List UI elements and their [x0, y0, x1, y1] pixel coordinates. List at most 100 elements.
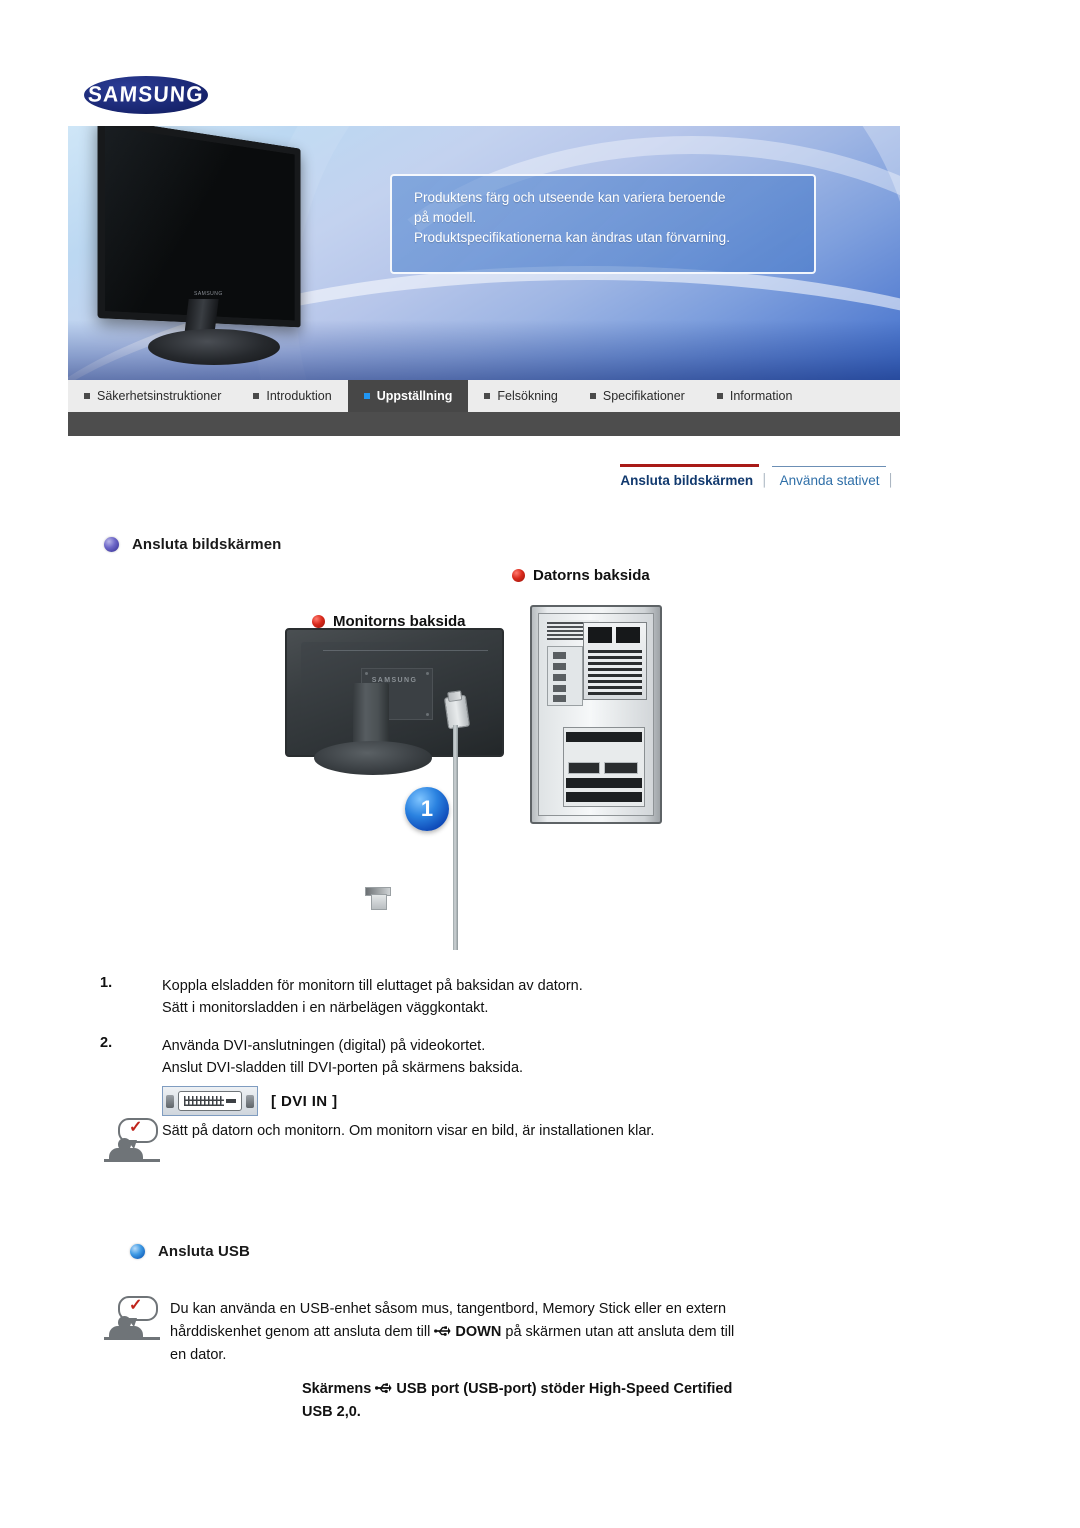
tab-label: Specifikationer	[602, 389, 685, 403]
usb-spec-part-b: USB port (USB-port) stöder High-Speed Ce…	[396, 1381, 733, 1397]
step-badge-1: 1	[405, 787, 449, 831]
tab-felsokning[interactable]: Felsökning	[468, 380, 573, 412]
io-port-icon	[553, 663, 566, 670]
checkmark-icon: ✓	[129, 1297, 143, 1314]
step-number: 1.	[100, 975, 113, 991]
pc-tower-illustration	[530, 605, 662, 824]
checkmark-icon: ✓	[129, 1119, 143, 1136]
tab-label: Introduktion	[266, 389, 332, 403]
screw-icon	[426, 713, 429, 716]
section-heading-connect-display: Ansluta bildskärmen	[104, 536, 281, 553]
dvi-screw-right-icon	[246, 1094, 254, 1108]
pc-io-panel	[547, 646, 583, 706]
dvi-in-row: [ DVI IN ]	[162, 1086, 338, 1116]
pc-power-supply	[583, 622, 647, 700]
square-bullet-icon	[484, 393, 491, 399]
subnav-label: Ansluta bildskärmen	[620, 473, 754, 488]
desk-line-icon	[104, 1159, 160, 1162]
diagram-label-pc-back: Datorns baksida	[512, 567, 650, 584]
section-heading-connect-usb: Ansluta USB	[130, 1243, 250, 1260]
red-dot-icon	[312, 615, 325, 628]
tab-label: Uppställning	[376, 389, 453, 403]
usb-trident-icon	[434, 1326, 451, 1336]
usb-note-line-2-a: hårddiskenhet genom att ansluta dem till	[170, 1324, 431, 1340]
logo-text: SAMSUNG	[87, 82, 205, 107]
screw-icon	[365, 672, 368, 675]
monitor-rear-seam	[323, 650, 488, 651]
io-port-icon	[553, 674, 566, 681]
logo-ellipse: SAMSUNG	[84, 76, 208, 114]
monitor-screen-front	[97, 126, 301, 328]
step-line: Anslut DVI-sladden till DVI-porten på sk…	[162, 1060, 524, 1076]
tab-introduktion[interactable]: Introduktion	[237, 380, 347, 412]
tab-information[interactable]: Information	[701, 380, 809, 412]
desk-line-icon	[104, 1337, 160, 1340]
bullet-sphere-icon	[130, 1244, 145, 1259]
screw-icon	[426, 672, 429, 675]
subnav-label: Använda stativet	[779, 473, 880, 488]
red-dot-icon	[512, 569, 525, 582]
usb-spec-part-a: Skärmens	[302, 1381, 372, 1397]
psu-fan-icon	[588, 627, 612, 643]
square-bullet-icon	[253, 393, 260, 399]
dvi-pins	[184, 1096, 224, 1106]
diagram-label-text: Datorns baksida	[533, 567, 650, 584]
pc-expansion-slots	[563, 727, 645, 807]
psu-grill	[588, 647, 642, 695]
monitor-stand-base	[148, 329, 280, 365]
subnav-separator: │	[761, 473, 769, 487]
note-person-icon-usb: ✓	[104, 1296, 160, 1344]
step-text: Koppla elsladden för monitorn till elutt…	[162, 975, 583, 1019]
tab-sakerhetsinstruktioner[interactable]: Säkerhetsinstruktioner	[68, 380, 237, 412]
usb-note-down-label: DOWN	[455, 1324, 502, 1340]
note-text-display: Sätt på datorn och monitorn. Om monitorn…	[162, 1123, 655, 1139]
dvi-in-label: [ DVI IN ]	[271, 1092, 338, 1110]
monitor-rear-stand-base	[314, 741, 432, 775]
subnav-item-anvanda-stativet[interactable]: Använda stativet	[771, 466, 886, 490]
tab-label: Information	[729, 389, 793, 403]
pc-rear-panel	[538, 613, 654, 816]
notice-line-1: Produktens färg och utseende kan variera…	[414, 190, 726, 205]
expansion-slot	[566, 778, 642, 788]
tab-specifikationer[interactable]: Specifikationer	[574, 380, 701, 412]
dark-gray-divider-bar	[68, 412, 900, 436]
dvi-cable	[453, 725, 458, 950]
step-line: Använda DVI-anslutningen (digital) på vi…	[162, 1038, 486, 1054]
usb-note-line-2: hårddiskenhet genom att ansluta dem till…	[170, 1321, 870, 1344]
tab-uppstallning[interactable]: Uppställning	[347, 380, 469, 412]
step-line: Sätt i monitorsladden i en närbelägen vä…	[162, 1000, 489, 1016]
step-text: Använda DVI-anslutningen (digital) på vi…	[162, 1035, 523, 1079]
square-bullet-icon	[716, 393, 723, 399]
io-port-icon	[553, 695, 566, 702]
subnav-separator: │	[887, 473, 896, 487]
usb-spec-text: Skärmens USB port (USB-port) stöder High…	[302, 1378, 922, 1424]
psu-fan-icon	[616, 627, 640, 643]
dvi-port-icon	[162, 1086, 258, 1116]
usb-note-line-2-c: på skärmen utan att ansluta dem till	[505, 1324, 735, 1340]
square-bullet-icon	[363, 393, 370, 399]
usb-trident-icon	[375, 1383, 392, 1393]
hero-banner: SAMSUNG Produktens färg och utseende kan…	[68, 126, 900, 380]
dvi-blade	[226, 1099, 236, 1103]
instruction-steps: 1. Koppla elsladden för monitorn till el…	[100, 975, 960, 1095]
video-card-bracket	[568, 762, 600, 774]
monitor-front-logo: SAMSUNG	[194, 291, 223, 297]
square-bullet-icon	[589, 393, 596, 399]
tab-bar-spacer	[808, 380, 900, 412]
person-body-icon	[109, 1148, 143, 1159]
notice-line-2: på modell.	[414, 210, 477, 225]
square-bullet-icon	[84, 393, 90, 399]
usb-spec-part-c: USB 2,0.	[302, 1404, 361, 1420]
dvi-connector-shell	[178, 1091, 242, 1111]
expansion-slot	[566, 732, 642, 742]
subnav-item-ansluta-bildskarmen[interactable]: Ansluta bildskärmen	[620, 464, 760, 490]
hero-notice-box: Produktens färg och utseende kan variera…	[390, 174, 816, 274]
small-connector-detail	[365, 887, 393, 910]
connection-diagram: Monitorns baksida Datorns baksida SAMSUN…	[250, 565, 720, 950]
monitor-rear-illustration: SAMSUNG	[285, 628, 504, 757]
notice-line-3: Produktspecifikationerna kan ändras utan…	[414, 230, 730, 245]
subnav: Ansluta bildskärmen │ Använda stativet │	[620, 464, 898, 490]
section-title: Ansluta bildskärmen	[132, 536, 282, 553]
main-tab-bar: Säkerhetsinstruktioner Introduktion Upps…	[68, 380, 900, 412]
step-item-1: 1. Koppla elsladden för monitorn till el…	[100, 975, 960, 1019]
